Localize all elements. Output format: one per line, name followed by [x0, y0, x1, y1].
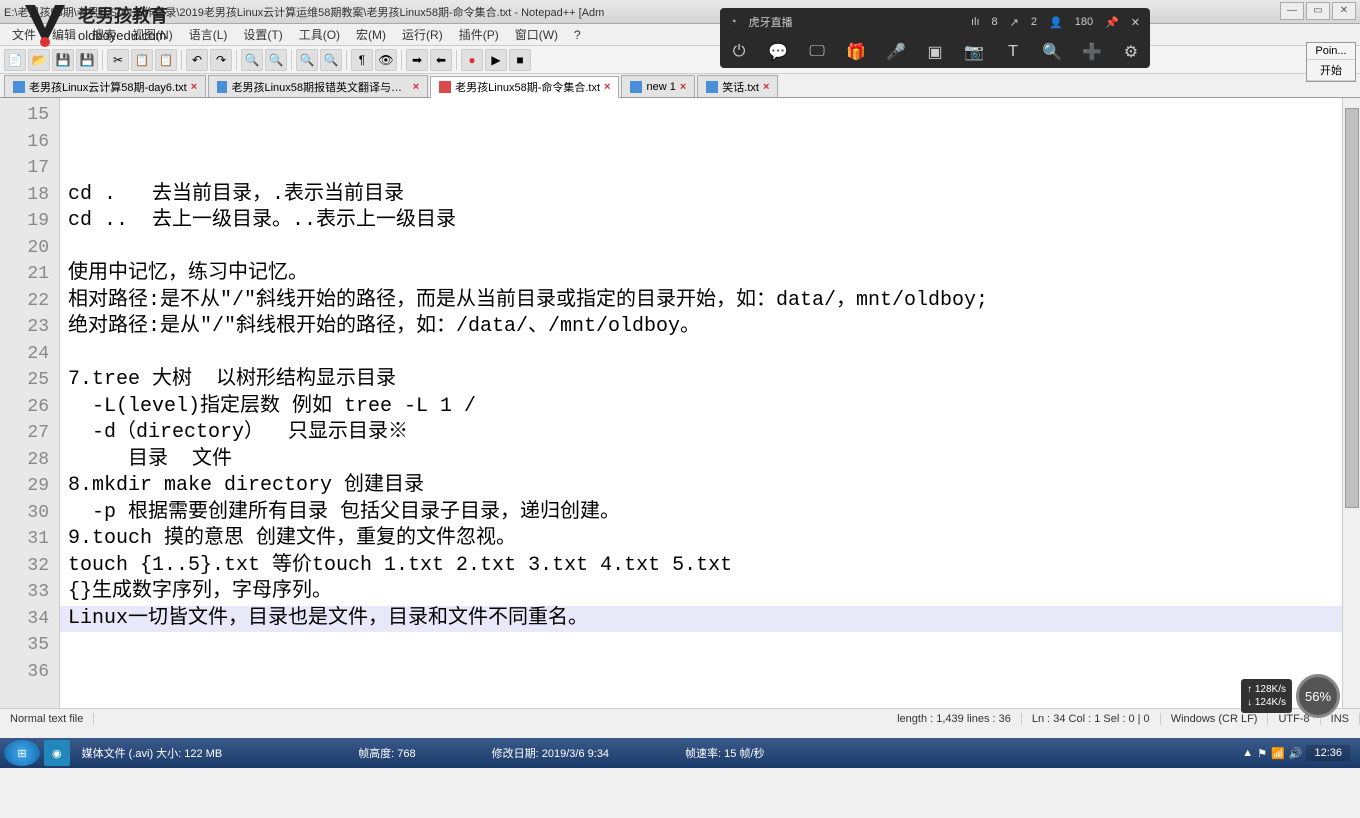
- new-icon[interactable]: 📄: [4, 49, 26, 71]
- monitor-icon[interactable]: 🖵: [808, 40, 826, 64]
- mic-icon[interactable]: 🎤: [886, 40, 906, 64]
- text-icon[interactable]: T: [1004, 40, 1022, 64]
- save-icon[interactable]: 💾: [52, 49, 74, 71]
- menu-encoding[interactable]: 语言(L): [181, 26, 236, 43]
- redo-icon[interactable]: ↷: [210, 49, 232, 71]
- people-icon: 👤: [1049, 16, 1063, 29]
- menu-tools[interactable]: 工具(O): [291, 26, 348, 43]
- tab-3[interactable]: new 1×: [621, 75, 695, 97]
- file-icon: [706, 81, 718, 93]
- close-icon[interactable]: ×: [604, 81, 610, 93]
- huya-title: 虎牙直播: [749, 14, 793, 30]
- undo-icon[interactable]: ↶: [186, 49, 208, 71]
- watermark: 老男孩教育 oldboyedu.com: [20, 0, 168, 50]
- tab-4[interactable]: 笑话.txt×: [697, 75, 778, 97]
- vertical-scrollbar[interactable]: [1342, 98, 1360, 708]
- logo-icon: [20, 0, 70, 50]
- tab-bar: 老男孩Linux云计算58期-day6.txt× 老男孩Linux58期报错英文…: [0, 74, 1360, 98]
- file-icon: [217, 81, 227, 93]
- copy-icon[interactable]: 📋: [131, 49, 153, 71]
- file-icon: [630, 81, 642, 93]
- gear-icon[interactable]: ⚙: [1122, 40, 1140, 64]
- menu-run[interactable]: 运行(R): [394, 26, 451, 43]
- stop-icon[interactable]: ■: [509, 49, 531, 71]
- taskbar-app-icon[interactable]: ◉: [44, 740, 70, 766]
- chat-icon[interactable]: 💬: [768, 40, 788, 64]
- toolbar: 📄 📂 💾 💾 ✂ 📋 📋 ↶ ↷ 🔍 🔍 🔍 🔍 ¶ 👁 ➡ ⬅ ● ▶ ■: [0, 46, 1360, 74]
- close-icon[interactable]: ×: [413, 81, 419, 93]
- capture-icon[interactable]: ▣: [926, 40, 944, 64]
- play-icon[interactable]: ▶: [485, 49, 507, 71]
- maximize-button[interactable]: ▭: [1306, 2, 1330, 20]
- outdent-icon[interactable]: ⬅: [430, 49, 452, 71]
- separator: [102, 50, 103, 70]
- menu-help[interactable]: ?: [566, 28, 589, 42]
- scroll-thumb[interactable]: [1345, 108, 1359, 508]
- file-icon: [13, 81, 25, 93]
- separator: [401, 50, 402, 70]
- menu-settings[interactable]: 设置(T): [235, 26, 290, 43]
- search-icon[interactable]: 🔍: [1042, 40, 1062, 64]
- pin-icon[interactable]: 📌: [1105, 16, 1119, 29]
- close-icon[interactable]: ×: [680, 81, 686, 93]
- tab-0[interactable]: 老男孩Linux云计算58期-day6.txt×: [4, 75, 206, 97]
- huya-overlay[interactable]: ◔ 虎牙直播 ılı8 ↗2 👤180 📌 ✕ ⏻ 💬 🖵 🎁 🎤 ▣ 📷 T …: [720, 8, 1150, 68]
- open-icon[interactable]: 📂: [28, 49, 50, 71]
- close-icon[interactable]: ✕: [1131, 16, 1140, 29]
- share-icon: ↗: [1010, 16, 1019, 29]
- zoom-in-icon[interactable]: 🔍: [296, 49, 318, 71]
- side-widget[interactable]: Poin... 开始: [1306, 42, 1356, 82]
- separator: [346, 50, 347, 70]
- tab-2-active[interactable]: 老男孩Linux58期-命令集合.txt×: [430, 76, 619, 98]
- line-gutter: 15 16 17 18 19 20 21 22 23 24 25 26 27 2…: [0, 98, 60, 708]
- cut-icon[interactable]: ✂: [107, 49, 129, 71]
- wrap-icon[interactable]: ¶: [351, 49, 373, 71]
- record-icon[interactable]: ●: [461, 49, 483, 71]
- separator: [456, 50, 457, 70]
- mic-icon: ılı: [971, 16, 980, 28]
- indent-icon[interactable]: ➡: [406, 49, 428, 71]
- code-area[interactable]: cd . 去当前目录，.表示当前目录 cd .. 去上一级目录。..表示上一级目…: [60, 98, 1342, 708]
- menu-plugins[interactable]: 插件(P): [451, 26, 507, 43]
- close-button[interactable]: ✕: [1332, 2, 1356, 20]
- app-icon: ◉: [52, 747, 62, 760]
- gift-icon[interactable]: 🎁: [846, 40, 866, 64]
- window-title: E:\老男孩58期\老男孩SVN工作目录\2019老男孩Linux云计算运维58…: [4, 4, 1356, 20]
- hidden-icon[interactable]: 👁: [375, 49, 397, 71]
- separator: [181, 50, 182, 70]
- power-icon[interactable]: ⏻: [730, 40, 748, 64]
- menu-bar: 文件 编辑 搜索 视图(N) 语言(L) 设置(T) 工具(O) 宏(M) 运行…: [0, 24, 1360, 46]
- find-icon[interactable]: 🔍: [241, 49, 263, 71]
- speed-widget: ↑ 128K/s↓ 124K/s 56%: [1241, 674, 1340, 718]
- paste-icon[interactable]: 📋: [155, 49, 177, 71]
- separator: [291, 50, 292, 70]
- saveall-icon[interactable]: 💾: [76, 49, 98, 71]
- window-controls: — ▭ ✕: [1280, 2, 1356, 20]
- separator: [236, 50, 237, 70]
- menu-window[interactable]: 窗口(W): [507, 26, 566, 43]
- close-icon[interactable]: ×: [763, 81, 769, 93]
- title-bar: E:\老男孩58期\老男孩SVN工作目录\2019老男孩Linux云计算运维58…: [0, 0, 1360, 24]
- close-icon[interactable]: ×: [191, 81, 197, 93]
- menu-macro[interactable]: 宏(M): [348, 26, 394, 43]
- speed-circle[interactable]: 56%: [1296, 674, 1340, 718]
- tab-1[interactable]: 老男孩Linux58期报错英文翻译与英文学习.×: [208, 75, 428, 97]
- minimize-button[interactable]: —: [1280, 2, 1304, 20]
- speed-box: ↑ 128K/s↓ 124K/s: [1241, 679, 1292, 713]
- plus-icon[interactable]: ➕: [1082, 40, 1102, 64]
- start-button[interactable]: ⊞: [4, 740, 40, 766]
- file-icon: [439, 81, 451, 93]
- side-label1: Poin...: [1307, 43, 1355, 60]
- huya-logo-icon: ◔: [730, 16, 737, 28]
- watermark-text: 老男孩教育 oldboyedu.com: [78, 6, 168, 43]
- zoom-out-icon[interactable]: 🔍: [320, 49, 342, 71]
- editor-area: 15 16 17 18 19 20 21 22 23 24 25 26 27 2…: [0, 98, 1360, 708]
- replace-icon[interactable]: 🔍: [265, 49, 287, 71]
- side-label2[interactable]: 开始: [1307, 60, 1355, 81]
- camera-icon[interactable]: 📷: [964, 40, 984, 64]
